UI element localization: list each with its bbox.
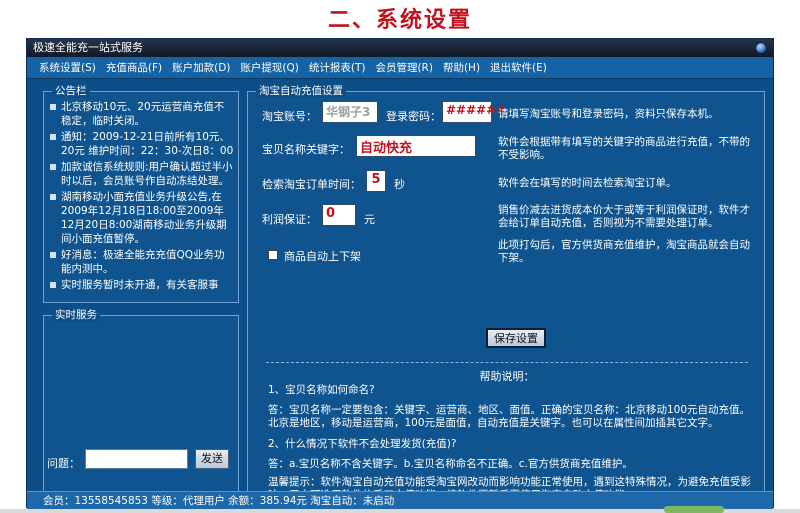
bullet-icon: [50, 164, 56, 170]
auto-listing-checkbox[interactable]: [268, 250, 278, 260]
profit-hint: 销售价减去进货成本价大于或等于利润保证时，软件才会给订单自动充值，否则视为不需要…: [498, 204, 750, 229]
password-label: 登录密码：: [386, 110, 441, 123]
list-item: 加款诚信系统规则:用户确认超过半小时以后，会员账号作自动冻结处理。: [50, 160, 234, 188]
account-hint: 请填写淘宝账号和登录密码，资料只保存本机。: [498, 108, 719, 120]
page-heading: 二、系统设置: [327, 7, 472, 33]
menu-recharge-products[interactable]: 充值商品(F): [106, 60, 162, 75]
password-input[interactable]: ######: [442, 101, 506, 123]
send-button[interactable]: 发送: [195, 449, 229, 469]
question-input[interactable]: [85, 449, 188, 469]
keyword-hint: 软件会根据带有填写的关键字的商品进行充值，不带的不受影响。: [498, 136, 750, 161]
menubar: 系统设置(S) 充值商品(F) 账户加款(D) 账户提现(Q) 统计报表(T) …: [27, 57, 773, 79]
list-item: 实时服务暂时未开通，有关客服事: [50, 278, 234, 292]
keyword-label: 宝贝名称关键字：: [262, 143, 350, 156]
profit-label: 利润保证：: [262, 213, 317, 226]
menu-account-deposit[interactable]: 账户加款(D): [172, 60, 230, 75]
divider: [266, 362, 748, 363]
bullet-icon: [50, 282, 56, 288]
profit-unit: 元: [364, 213, 375, 226]
tray-badge: [664, 506, 724, 513]
keyword-input[interactable]: 自动快充: [356, 135, 476, 157]
menu-system-settings[interactable]: 系统设置(S): [39, 60, 96, 75]
realtime-title: 实时服务: [52, 308, 100, 322]
taobao-account-input[interactable]: 华钢子3: [322, 101, 378, 123]
bullet-icon: [50, 252, 56, 258]
notice-title: 公告栏: [52, 84, 90, 98]
help-question-2: 2、什么情况下软件不会处理发货(充值)?: [268, 438, 457, 450]
save-settings-button[interactable]: 保存设置: [486, 328, 546, 348]
profit-input[interactable]: 0: [322, 204, 356, 226]
menu-statistics[interactable]: 统计报表(T): [309, 60, 366, 75]
menu-help[interactable]: 帮助(H): [443, 60, 480, 75]
interval-hint: 软件会在填写的时间去检索淘宝订单。: [498, 177, 677, 189]
list-item: 通知：2009-12-21日前所有10元、20元 维护时间：22：30-次日8：…: [50, 130, 234, 158]
taobao-account-label: 淘宝账号：: [262, 110, 317, 123]
interval-label: 检索淘宝订单时间：: [262, 178, 361, 191]
close-icon[interactable]: [755, 42, 767, 54]
taobao-settings-panel: 淘宝自动充值设置 淘宝账号： 华钢子3 登录密码： ###### 请填写淘宝账号…: [247, 84, 765, 501]
window-title: 极速全能充一站式服务: [33, 41, 143, 54]
list-item: 北京移动10元、20元运营商充值不稳定，临时关闭。: [50, 100, 234, 128]
auto-listing-label: 商品自动上下架: [284, 250, 361, 263]
list-item: 湖南移动小面充值业务升级公告,在2009年12月18日18:00至2009年12…: [50, 190, 234, 246]
window-titlebar: 极速全能充一站式服务: [27, 39, 773, 57]
notice-panel: 公告栏 北京移动10元、20元运营商充值不稳定，临时关闭。 通知：2009-12…: [43, 84, 239, 303]
help-answer-1: 答：宝贝名称一定要包含：关键字、运营商、地区、面值。正确的宝贝名称：北京移动10…: [268, 404, 751, 429]
menu-account-withdraw[interactable]: 账户提现(Q): [240, 60, 298, 75]
bullet-icon: [50, 194, 56, 200]
help-title: 帮助说明：: [479, 370, 535, 383]
list-item: 好消息：极速全能充充值QQ业务功能内测中。: [50, 248, 234, 276]
bullet-icon: [50, 104, 56, 110]
interval-input[interactable]: 5: [366, 170, 386, 192]
status-bar: 会员：13558545853 等级：代理用户 余额：385.94元 淘宝自动：未…: [27, 491, 773, 509]
help-answer-2: 答：a.宝贝名称不含关键字。b.宝贝名称命名不正确。c.官方供货商充值维护。: [268, 458, 633, 470]
notice-list[interactable]: 北京移动10元、20元运营商充值不稳定，临时关闭。 通知：2009-12-21日…: [50, 100, 234, 298]
auto-listing-hint: 此项打勾后，官方供货商充值维护，淘宝商品就会自动下架。: [498, 239, 750, 264]
help-question-1: 1、宝贝名称如何命名?: [268, 384, 375, 396]
menu-exit[interactable]: 退出软件(E): [490, 60, 547, 75]
question-label: 问题：: [47, 457, 80, 470]
app-window: 极速全能充一站式服务 系统设置(S) 充值商品(F) 账户加款(D) 账户提现(…: [26, 38, 774, 509]
taobao-settings-title: 淘宝自动充值设置: [256, 84, 346, 98]
bullet-icon: [50, 134, 56, 140]
interval-unit: 秒: [394, 178, 405, 191]
menu-member-management[interactable]: 会员管理(R): [375, 60, 433, 75]
